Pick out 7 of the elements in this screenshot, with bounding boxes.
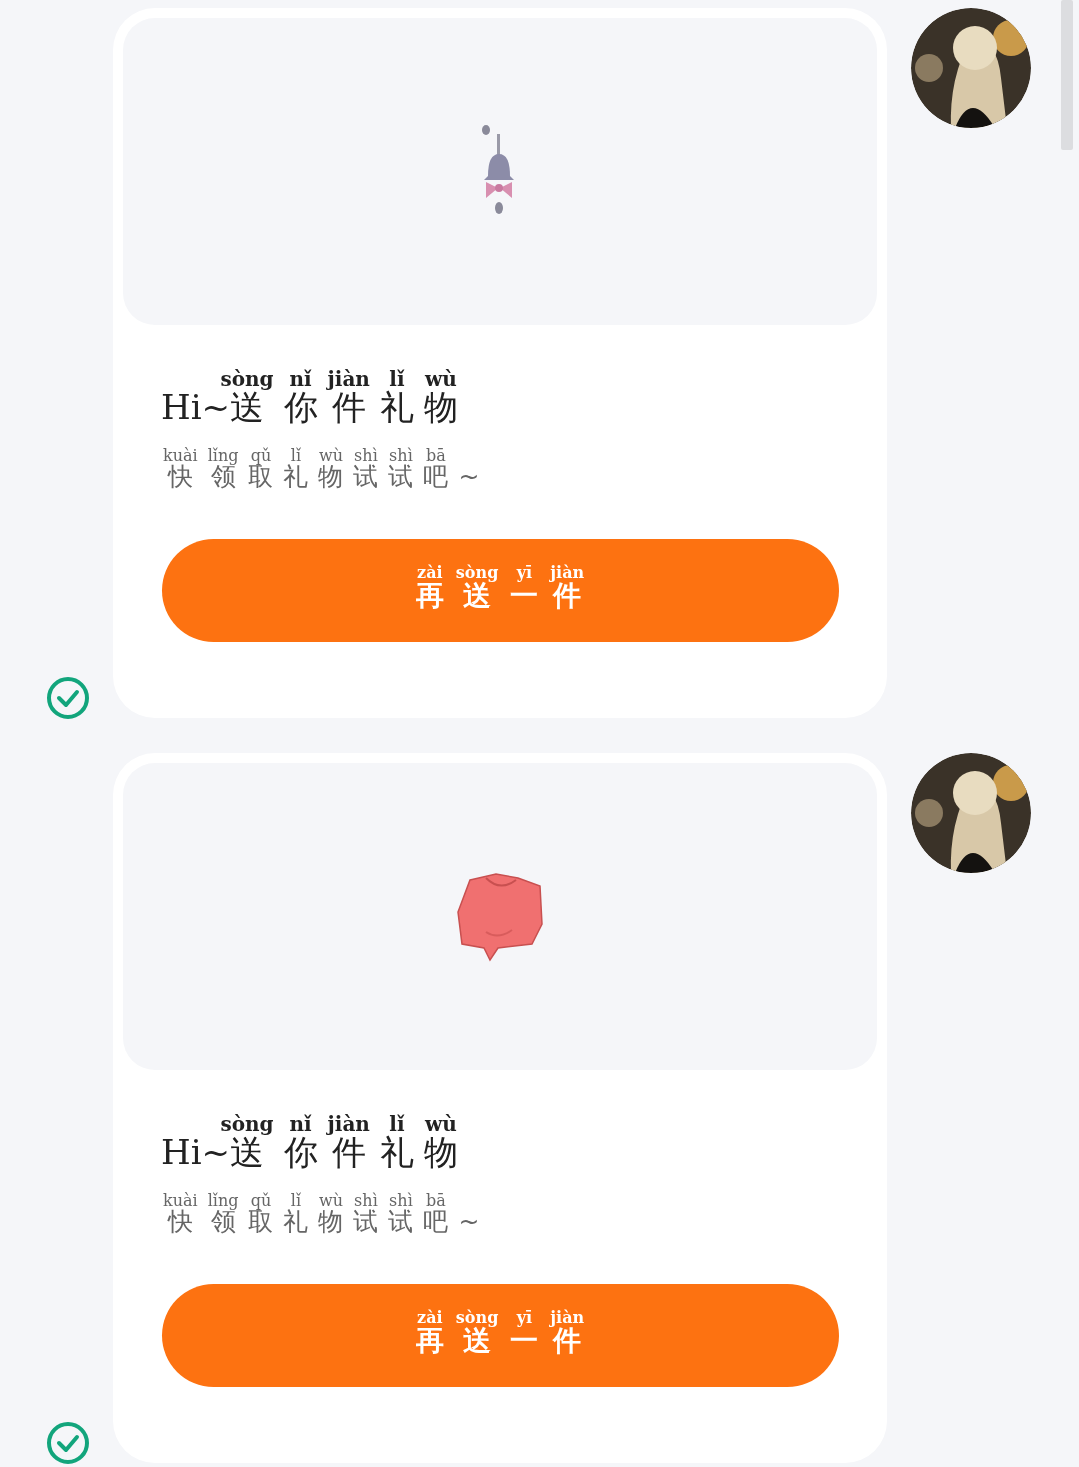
greeting-subtitle: 快 kuài 领 lǐng 取 qǔ 礼 lǐ 物 wù 试 shì 试 shì 吧 bā ~ [163,1193,481,1239]
send-another-button[interactable]: 再 zài 送 sòng 一 yī 件 jiàn [161,1284,839,1388]
greeting-title: Hi~送 sòng 你 nǐ 件 jiàn 礼 lǐ 物 wù [161,370,459,427]
send-another-button[interactable]: 再 zài 送 sòng 一 yī 件 jiàn [161,539,839,643]
greeting-subtitle: 快 kuài 领 lǐng 取 qǔ 礼 lǐ 物 wù 试 shì 试 shì 吧 bā ~ [163,448,481,494]
scrollbar[interactable] [1061,0,1073,150]
greeting-title: Hi~送 sòng 你 nǐ 件 jiàn 礼 lǐ 物 wù [161,1115,459,1172]
